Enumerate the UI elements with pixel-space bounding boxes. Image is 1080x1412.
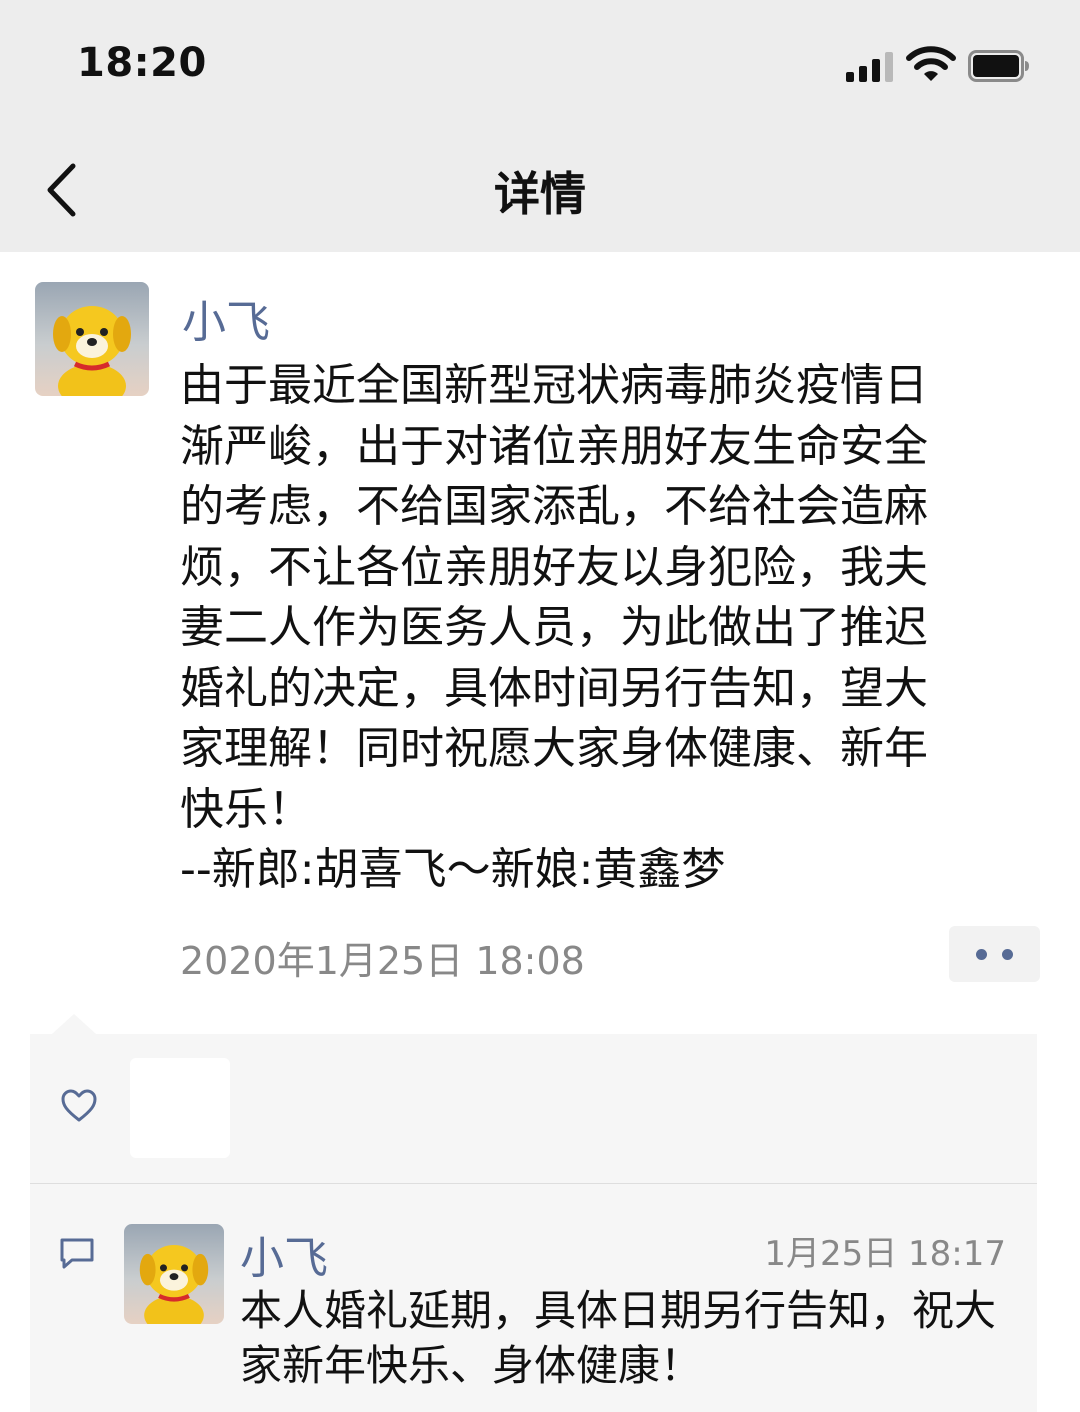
divider [30,1183,1037,1184]
comment-icon [60,1238,94,1269]
status-time: 18:20 [77,40,207,86]
battery-icon [968,50,1029,82]
comment-text[interactable]: 本人婚礼延期，具体日期另行告知，祝大家新年快乐、身体健康！ [240,1283,1010,1393]
post-author-name[interactable]: 小飞 [182,286,270,350]
author-avatar[interactable] [35,282,149,396]
wifi-icon [906,46,956,81]
comment-author-avatar[interactable] [124,1224,224,1324]
more-dots-icon [976,949,987,960]
more-actions-button[interactable] [949,926,1040,982]
page-title: 详情 [494,167,586,221]
post-text: 由于最近全国新型冠状病毒肺炎疫情日 渐严峻，出于对诸位亲朋好友生命安全 的考虑，… [180,360,928,895]
dog-toy-avatar-image [53,306,131,396]
more-dots-icon-dot [1002,949,1013,960]
comment-author-name[interactable]: 小飞 [240,1222,328,1286]
post-timestamp: 2020年1月25日 18:08 [180,939,585,983]
panel-arrow [52,1014,96,1034]
cellular-signal-icon [846,52,896,82]
like-avatar-placeholder[interactable] [130,1058,230,1158]
dog-toy-avatar-image [139,1245,209,1324]
heart-icon[interactable] [60,1088,98,1124]
comment-timestamp: 1月25日 18:17 [764,1234,1006,1274]
top-bar: 18:20 详情 [0,0,1080,252]
